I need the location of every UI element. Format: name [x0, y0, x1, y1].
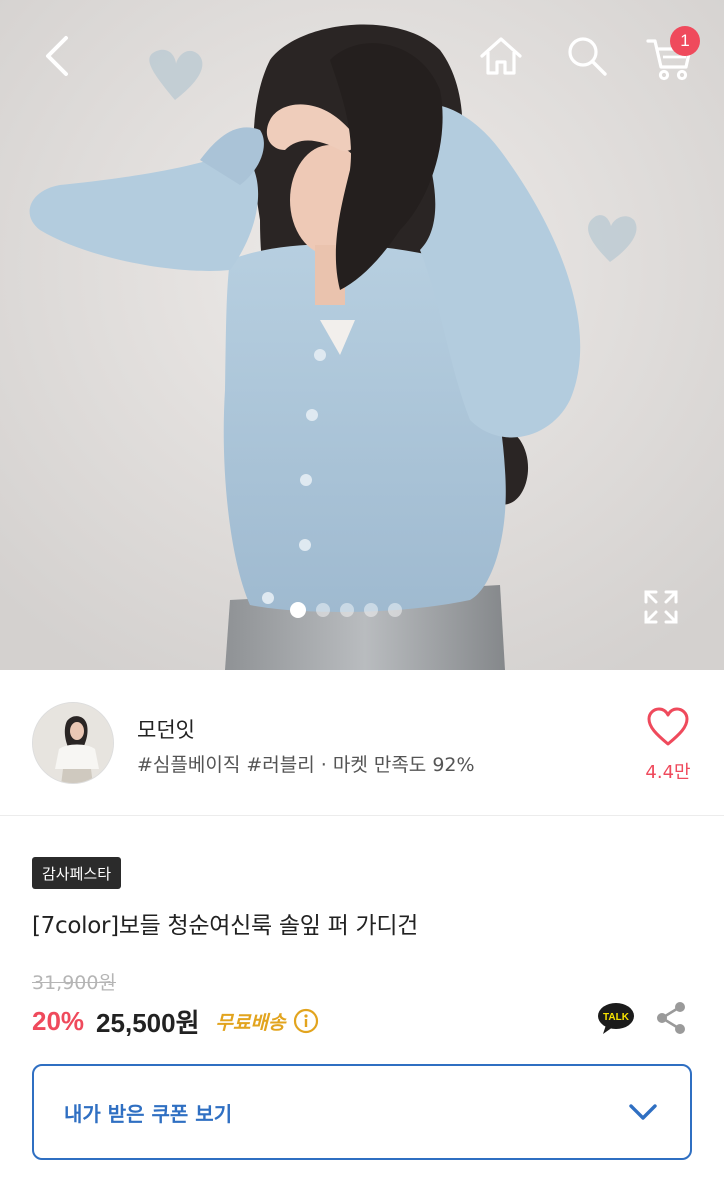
carousel-dot[interactable]: [340, 603, 354, 617]
expand-icon: [643, 589, 679, 629]
shop-tags: #심플베이직 #러블리 · 마켓 만족도 92%: [137, 754, 475, 776]
search-icon: [566, 35, 608, 81]
carousel-dot[interactable]: [316, 603, 330, 617]
view-my-coupons-button[interactable]: 내가 받은 쿠폰 보기: [32, 1064, 692, 1160]
info-icon[interactable]: [293, 1008, 319, 1034]
price-row: 20% 25,500원 무료배송: [32, 1004, 319, 1038]
like-count: 4.4만: [645, 762, 691, 783]
chevron-left-icon: [40, 34, 72, 82]
product-image-carousel[interactable]: 1: [0, 0, 724, 670]
carousel-dot[interactable]: [388, 603, 402, 617]
promo-badge: 감사페스타: [32, 857, 122, 889]
search-button[interactable]: [560, 32, 614, 84]
sale-price: 25,500원: [96, 1007, 200, 1038]
chevron-down-icon: [626, 1095, 660, 1129]
free-shipping-label: 무료배송: [215, 1011, 286, 1034]
heart-icon: [646, 707, 690, 751]
kakaotalk-icon: TALK: [597, 1001, 635, 1039]
kakaotalk-share-button[interactable]: TALK: [596, 1002, 636, 1038]
shop-name[interactable]: 모던잇: [137, 714, 195, 744]
share-icon: [654, 1000, 688, 1040]
carousel-pagination: [290, 602, 402, 618]
original-price: 31,900원: [32, 972, 116, 994]
discount-rate: 20%: [32, 1005, 85, 1036]
top-navigation-bar: 1: [0, 0, 724, 115]
svg-text:TALK: TALK: [603, 1012, 630, 1023]
share-button[interactable]: [652, 1000, 690, 1040]
carousel-dot[interactable]: [364, 603, 378, 617]
cart-count-badge: 1: [670, 26, 700, 56]
fullscreen-button[interactable]: [636, 584, 686, 634]
home-icon: [478, 35, 524, 81]
home-button[interactable]: [474, 32, 528, 84]
seller-avatar[interactable]: [32, 702, 114, 784]
product-title: [7color]보들 청순여신룩 솔잎 퍼 가디건: [32, 913, 419, 939]
back-button[interactable]: [30, 32, 82, 84]
seller-info-section: 모던잇 #심플베이직 #러블리 · 마켓 만족도 92% 4.4만: [0, 670, 724, 816]
like-button[interactable]: [638, 702, 698, 756]
cart-button[interactable]: 1: [640, 26, 700, 88]
coupon-label: 내가 받은 쿠폰 보기: [64, 1101, 233, 1126]
carousel-dot[interactable]: [290, 602, 306, 618]
